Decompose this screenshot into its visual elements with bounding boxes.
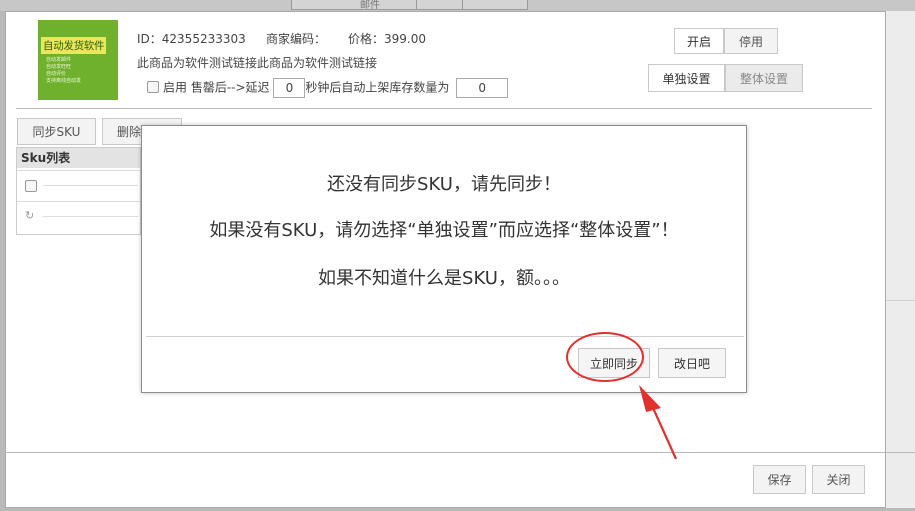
annotation-arrow-icon <box>639 385 678 460</box>
